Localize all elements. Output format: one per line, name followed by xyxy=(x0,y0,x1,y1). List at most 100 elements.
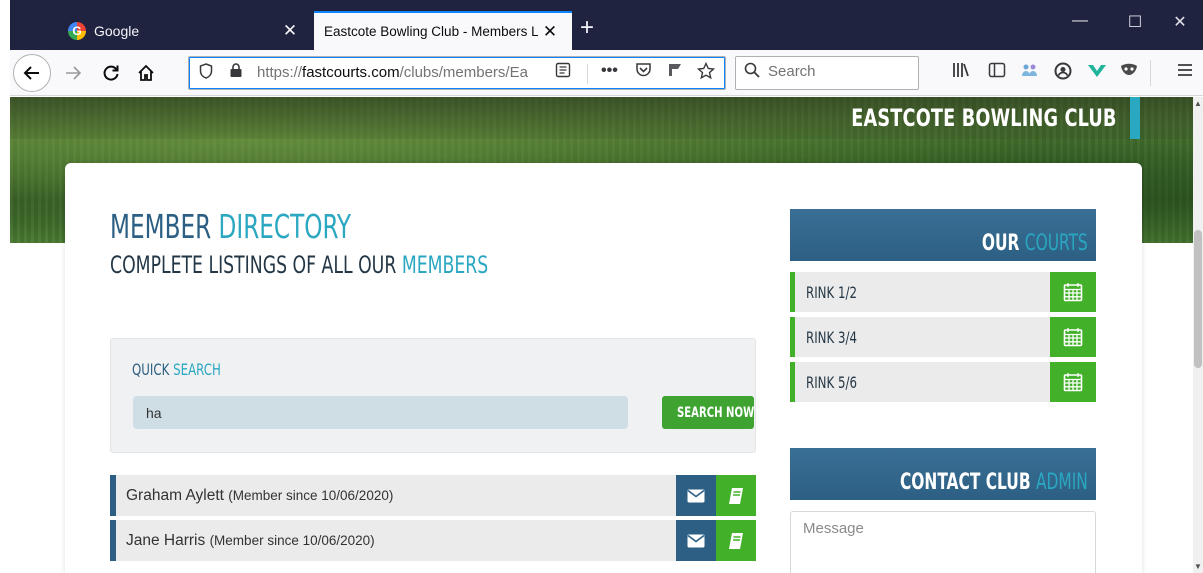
url-path: /clubs/members/Ea xyxy=(399,64,528,81)
search-icon xyxy=(744,62,760,83)
court-calendar-button[interactable] xyxy=(1050,272,1096,312)
book-member-button[interactable] xyxy=(716,475,756,516)
flag-extension-icon[interactable] xyxy=(667,62,683,83)
page-subtitle-main: COMPLETE LISTINGS OF ALL OUR xyxy=(110,251,402,279)
toolbar-separator xyxy=(1150,60,1151,86)
member-since: (Member since 10/06/2020) xyxy=(228,487,394,503)
quick-search-panel: QUICK SEARCH SEARCH NOW xyxy=(110,338,756,453)
home-button[interactable] xyxy=(131,58,161,88)
court-calendar-button[interactable] xyxy=(1050,317,1096,357)
court-name-text: RINK 3/4 xyxy=(806,327,857,347)
member-name-text: Graham Aylett xyxy=(126,486,224,504)
home-icon xyxy=(138,64,154,81)
url-domain: fastcourts.com xyxy=(302,64,400,81)
book-icon xyxy=(729,532,743,549)
window-edge xyxy=(0,50,10,96)
contact-admin-title: CONTACT CLUB ADMIN xyxy=(900,470,1088,495)
page-scrollbar[interactable]: ▲ ▼ xyxy=(1193,97,1203,573)
browser-tab-strip: G Google ✕ Eastcote Bowling Club - Membe… xyxy=(0,0,1203,50)
calendar-icon xyxy=(1063,328,1083,347)
extension-people-icon[interactable] xyxy=(1015,62,1045,83)
tab-label: Google xyxy=(94,22,140,39)
contact-admin-title-accent: ADMIN xyxy=(1036,470,1088,495)
email-member-button[interactable] xyxy=(676,520,716,561)
search-now-button[interactable]: SEARCH NOW xyxy=(662,396,754,429)
web-page: EASTCOTE BOWLING CLUB MEMBER DIRECTORY C… xyxy=(10,97,1203,573)
contact-message-input[interactable] xyxy=(790,511,1096,573)
search-bar[interactable] xyxy=(735,56,919,90)
scroll-up-arrow-icon[interactable]: ▲ xyxy=(1193,99,1203,108)
book-icon xyxy=(729,487,743,504)
court-calendar-button[interactable] xyxy=(1050,362,1096,402)
sidebar-toggle-icon[interactable] xyxy=(982,62,1012,83)
scroll-down-arrow-icon[interactable]: ▼ xyxy=(1193,562,1203,571)
tracking-shield-icon[interactable] xyxy=(199,63,213,83)
page-title-main: MEMBER xyxy=(110,207,219,246)
tab-eastcote-members[interactable]: Eastcote Bowling Club - Members L ✕ xyxy=(314,11,572,50)
search-input[interactable] xyxy=(768,63,908,80)
mask-extension-icon[interactable] xyxy=(1114,62,1144,83)
maximize-button[interactable]: ☐ xyxy=(1112,12,1158,32)
reload-button[interactable] xyxy=(96,58,126,88)
book-member-button[interactable] xyxy=(716,520,756,561)
member-since: (Member since 10/06/2020) xyxy=(209,532,375,548)
envelope-icon xyxy=(687,534,705,547)
hamburger-menu-icon[interactable] xyxy=(1170,62,1200,83)
quick-search-title: QUICK SEARCH xyxy=(132,360,221,379)
contact-admin-header: CONTACT CLUB ADMIN xyxy=(790,448,1096,500)
url-text[interactable]: https://fastcourts.com/clubs/members/Ea xyxy=(257,64,547,81)
court-item-rink-5-6[interactable]: RINK 5/6 xyxy=(790,362,1096,402)
our-courts-title-accent: COURTS xyxy=(1025,231,1088,256)
lock-icon[interactable] xyxy=(229,62,243,82)
contact-admin-title-main: CONTACT CLUB xyxy=(900,470,1037,495)
tab-label: Eastcote Bowling Club - Members L xyxy=(324,24,538,39)
library-icon[interactable] xyxy=(946,62,976,83)
navigation-toolbar: https://fastcourts.com/clubs/members/Ea … xyxy=(0,50,1203,96)
tab-close-icon[interactable]: ✕ xyxy=(278,21,302,41)
quick-search-title-accent: SEARCH xyxy=(173,360,221,379)
court-item-rink-1-2[interactable]: RINK 1/2 xyxy=(790,272,1096,312)
page-subtitle: COMPLETE LISTINGS OF ALL OUR MEMBERS xyxy=(110,251,488,279)
search-now-label: SEARCH NOW xyxy=(677,404,755,421)
club-name[interactable]: EASTCOTE BOWLING CLUB xyxy=(852,97,1117,139)
back-button[interactable] xyxy=(13,54,51,92)
court-name: RINK 1/2 xyxy=(795,283,1050,302)
window-close-button[interactable]: ✕ xyxy=(1157,12,1203,32)
reload-icon xyxy=(103,65,119,81)
member-name-text: Jane Harris xyxy=(126,531,206,549)
arrow-right-icon xyxy=(66,66,82,80)
scrollbar-thumb[interactable] xyxy=(1194,230,1202,368)
new-tab-button[interactable]: + xyxy=(580,13,594,43)
tab-google[interactable]: G Google ✕ xyxy=(56,11,312,50)
member-row: Graham Aylett (Member since 10/06/2020) xyxy=(110,475,756,516)
pocket-icon[interactable] xyxy=(635,62,652,83)
address-bar[interactable]: https://fastcourts.com/clubs/members/Ea … xyxy=(188,56,726,90)
member-name: Graham Aylett (Member since 10/06/2020) xyxy=(116,487,676,505)
page-actions-icon[interactable]: ••• xyxy=(601,62,618,80)
page-subtitle-accent: MEMBERS xyxy=(401,251,489,279)
envelope-icon xyxy=(687,489,705,502)
email-member-button[interactable] xyxy=(676,475,716,516)
window-edge xyxy=(0,0,10,50)
tab-close-icon[interactable]: ✕ xyxy=(538,22,562,42)
bookmark-star-icon[interactable] xyxy=(696,61,716,85)
reader-view-icon[interactable] xyxy=(555,62,571,82)
arrow-left-icon xyxy=(23,66,39,80)
our-courts-header: OUR COURTS xyxy=(790,209,1096,261)
member-search-input[interactable] xyxy=(133,396,628,429)
court-name-text: RINK 1/2 xyxy=(806,282,857,302)
forward-button[interactable] xyxy=(58,58,88,88)
quick-search-title-main: QUICK xyxy=(132,360,174,379)
vpn-extension-icon[interactable] xyxy=(1082,62,1112,85)
our-courts-title: OUR COURTS xyxy=(982,231,1088,256)
court-name-text: RINK 5/6 xyxy=(806,372,857,392)
minimize-button[interactable]: — xyxy=(1057,12,1103,30)
content-card: MEMBER DIRECTORY COMPLETE LISTINGS OF AL… xyxy=(65,163,1142,573)
court-item-rink-3-4[interactable]: RINK 3/4 xyxy=(790,317,1096,357)
page-title: MEMBER DIRECTORY xyxy=(110,207,351,246)
court-name: RINK 5/6 xyxy=(795,373,1050,392)
account-icon[interactable] xyxy=(1048,62,1078,85)
club-name-accent-bar xyxy=(1130,97,1140,139)
court-name: RINK 3/4 xyxy=(795,328,1050,347)
url-separator xyxy=(587,64,588,84)
